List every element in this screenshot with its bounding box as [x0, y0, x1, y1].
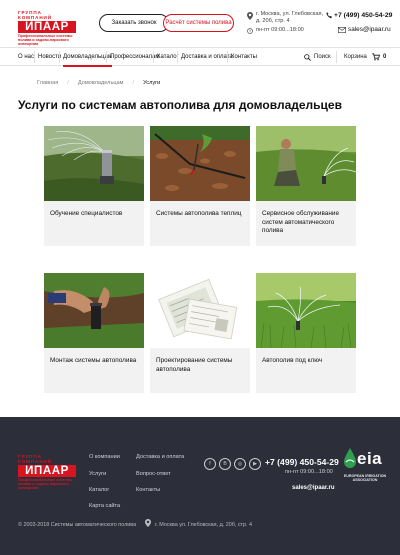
service-card-title: Сервисное обслуживание систем автоматиче…: [262, 210, 340, 235]
breadcrumb-homeowners[interactable]: Домовладельцам: [78, 80, 124, 86]
company-logo[interactable]: ГРУППА КОМПАНИЙ ИПААР Профессиональные с…: [18, 10, 76, 47]
footer-link-services[interactable]: Услуги: [89, 471, 106, 477]
breadcrumb: Главная / Домовладельцам / Услуги: [37, 80, 160, 86]
nav-item-about[interactable]: О нас: [18, 48, 34, 67]
service-image-installation: [44, 273, 144, 348]
footer-address: г. Москва ул. Глебовская, д. 20б, стр. 4: [145, 519, 252, 528]
service-card-greenhouse[interactable]: Системы автополива теплиц: [150, 126, 250, 246]
search-icon: [304, 54, 311, 61]
header-email[interactable]: sales@ipaar.ru: [338, 26, 391, 33]
eia-subtitle: EUROPEAN IRRIGATION ASSOCIATION: [343, 474, 387, 483]
design-photo: [150, 273, 250, 348]
footer-link-faq[interactable]: Вопрос-ответ: [136, 471, 171, 477]
page-title: Услуги по системам автополива для домовл…: [18, 98, 342, 112]
service-card-turnkey[interactable]: Автополив под ключ: [256, 273, 356, 393]
service-card-title: Обучение специалистов: [50, 210, 123, 217]
nav-divider: [153, 51, 154, 63]
footer-hours: пн-пт 09:00...18:00: [285, 469, 333, 475]
nav-cart[interactable]: Корзина 0: [344, 48, 386, 67]
nav-item-delivery[interactable]: Доставка и оплата: [181, 48, 233, 67]
logo-group-text: ГРУППА КОМПАНИЙ: [18, 454, 52, 464]
logo-name: ИПААР: [18, 21, 76, 33]
service-card-title: Проектирование системы автополива: [156, 357, 233, 373]
cart-label: Корзина: [344, 54, 367, 60]
request-call-button[interactable]: Заказать звонок: [99, 14, 169, 32]
clock-icon: [247, 28, 253, 34]
cart-count: 0: [383, 54, 387, 60]
header-email-text: sales@ipaar.ru: [348, 26, 391, 33]
nav-divider: [336, 51, 337, 63]
water-drop-icon: [344, 448, 356, 468]
breadcrumb-current: Услуги: [143, 80, 161, 86]
location-pin-icon: [247, 12, 253, 20]
header-address: г. Москва, ул. Глебовская, д. 20б, стр. …: [256, 11, 324, 24]
copyright: © 2003-2018 Системы автоматического поли…: [18, 522, 137, 528]
cart-icon: [372, 53, 380, 61]
breadcrumb-home[interactable]: Главная: [37, 80, 58, 86]
service-card-training[interactable]: Обучение специалистов: [44, 126, 144, 246]
nav-divider: [227, 51, 228, 63]
footer-link-sitemap[interactable]: Карта сайта: [89, 503, 120, 509]
sprinkler-photo: [44, 126, 144, 201]
footer-logo[interactable]: ГРУППА КОМПАНИЙ ИПААР Профессиональные с…: [18, 454, 76, 491]
eia-wordmark: eia: [357, 449, 383, 468]
nav-divider: [59, 51, 60, 63]
search-label: Поиск: [314, 54, 331, 60]
footer-address-text: г. Москва ул. Глебовская, д. 20б, стр. 4: [155, 522, 252, 528]
logo-group-text: ГРУППА КОМПАНИЙ: [18, 10, 52, 20]
footer-link-about[interactable]: О компании: [89, 454, 120, 460]
nav-divider: [34, 51, 35, 63]
nav-item-news[interactable]: Новости: [38, 48, 61, 67]
header-phone-number: +7 (499) 450-54-29: [334, 12, 393, 19]
nav-search[interactable]: Поиск: [304, 48, 331, 67]
phone-icon: [326, 12, 332, 19]
facebook-icon[interactable]: f: [204, 458, 216, 470]
breadcrumb-separator: /: [132, 80, 135, 86]
vk-icon[interactable]: В: [219, 458, 231, 470]
main-nav: О нас Новости Домовладельцам Профессиона…: [0, 47, 400, 67]
nav-item-contacts[interactable]: Контакты: [231, 48, 257, 67]
service-card-design[interactable]: Проектирование системы автополива: [150, 273, 250, 393]
service-image-greenhouse: [150, 126, 250, 201]
service-card-maintenance[interactable]: Сервисное обслуживание систем автоматиче…: [256, 126, 356, 246]
footer-link-delivery[interactable]: Доставка и оплата: [136, 454, 184, 460]
service-card-title: Монтаж системы автополива: [50, 357, 137, 364]
service-image-design: [150, 273, 250, 348]
footer-link-contacts[interactable]: Контакты: [136, 487, 160, 493]
logo-name: ИПААР: [18, 465, 76, 477]
logo-tagline: Профессиональные системы полива и садово…: [18, 478, 73, 491]
nav-item-homeowners[interactable]: Домовладельцам: [63, 48, 112, 67]
breadcrumb-separator: /: [67, 80, 69, 86]
site-header: ГРУППА КОМПАНИЙ ИПААР Профессиональные с…: [0, 0, 400, 46]
footer-link-catalog[interactable]: Каталог: [89, 487, 109, 493]
logo-tagline: Профессиональные системы полива и садово…: [18, 34, 73, 47]
installation-photo: [44, 273, 144, 348]
instagram-icon[interactable]: ◎: [234, 458, 246, 470]
nav-divider: [106, 51, 107, 63]
mail-icon: [338, 27, 346, 33]
site-footer: ГРУППА КОМПАНИЙ ИПААР Профессиональные с…: [0, 417, 400, 555]
youtube-icon[interactable]: ▶: [249, 458, 261, 470]
service-card-title: Автополив под ключ: [262, 357, 323, 364]
service-card-installation[interactable]: Монтаж системы автополива: [44, 273, 144, 393]
nav-divider: [177, 51, 178, 63]
maintenance-photo: [256, 126, 356, 201]
service-image-turnkey: [256, 273, 356, 348]
turnkey-photo: [256, 273, 356, 348]
header-phone[interactable]: +7 (499) 450-54-29: [326, 12, 392, 19]
location-pin-icon: [145, 519, 151, 527]
greenhouse-photo: [150, 126, 250, 201]
footer-phone[interactable]: +7 (499) 450-54-29: [265, 457, 339, 467]
nav-item-catalog[interactable]: Каталог: [157, 48, 179, 67]
irrigation-calc-button[interactable]: Расчёт системы полива: [163, 14, 234, 32]
service-card-title: Системы автополива теплиц: [156, 210, 242, 217]
service-image-maintenance: [256, 126, 356, 201]
service-image-training: [44, 126, 144, 201]
footer-email[interactable]: sales@ipaar.ru: [292, 485, 335, 491]
header-hours: пн-пт 09:00...18:00: [256, 27, 304, 33]
